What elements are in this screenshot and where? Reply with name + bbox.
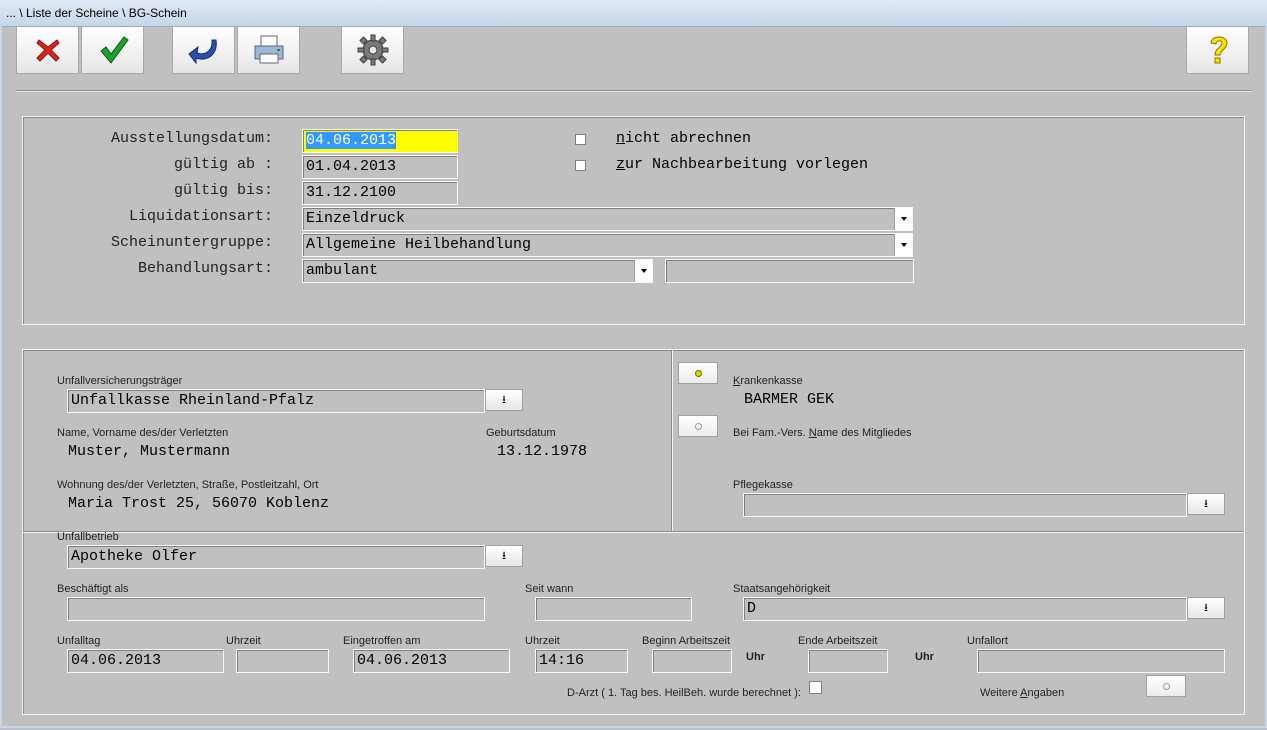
download-arrow-icon: ⭳ [1204,497,1208,510]
geburtsdatum-value: 13.12.1978 [497,443,588,460]
uhrzeit1-field[interactable] [236,649,329,673]
settings-button[interactable] [341,26,404,74]
darzt-checkbox[interactable] [809,681,822,694]
nicht-abrechnen-label: nicht abrechnen [616,130,752,147]
krankenkasse-value: BARMER GEK [744,391,835,408]
radio-empty-icon [694,422,702,430]
behandlungsart-extra-field[interactable] [665,259,914,283]
famvers-label: Bei Fam.-Vers. Name des Mitgliedes [733,427,912,439]
green-check-icon [99,36,129,64]
ausstellungsdatum-field[interactable]: 04.06.2013 [302,129,458,153]
name-value: Muster, Mustermann [68,443,231,460]
red-x-icon [35,39,60,62]
beginn-label: Beginn Arbeitszeit [642,635,731,647]
download-arrow-icon: ⭳ [1204,601,1208,614]
radio-empty-icon [1162,682,1170,690]
help-button[interactable] [1186,26,1249,74]
uhrzeit1-label: Uhrzeit [226,635,261,647]
behandlungsart-label: Behandlungsart: [137,260,273,277]
download-arrow-icon: ⭳ [502,393,506,406]
weitere-angaben-button[interactable] [1146,675,1186,697]
wohnung-label: Wohnung des/der Verletzten, Straße, Post… [57,479,319,491]
gueltig-bis-label: gültig bis: [173,182,273,199]
weitere-angaben-label: Weitere Angaben [980,687,1065,699]
title-bar: ... \ Liste der Scheine \ BG-Schein [0,0,1267,27]
gear-icon [357,34,388,66]
ende-label: Ende Arbeitszeit [798,635,878,647]
darzt-label: D-Arzt ( 1. Tag bes. HeilBeh. wurde bere… [567,687,801,699]
scheinuntergruppe-select[interactable]: Allgemeine Heilbehandlung [302,233,913,257]
printer-icon [254,35,283,64]
ausstellungsdatum-label: Ausstellungsdatum: [110,130,273,147]
gueltig-ab-field[interactable]: 01.04.2013 [302,155,458,179]
unfallbetrieb-field[interactable]: Apotheke Olfer [67,545,485,569]
behandlungsart-dropdown-button[interactable] [634,260,652,282]
chevron-down-icon [900,217,907,221]
krankenkasse-radio[interactable] [678,362,718,384]
krankenkasse-label: Krankenkasse [733,375,803,387]
uhr2-label: Uhr [915,651,934,663]
seit-wann-label: Seit wann [525,583,574,595]
beginn-field[interactable] [652,649,732,673]
ende-field[interactable] [808,649,888,673]
download-arrow-icon: ⭳ [502,549,506,562]
liquidationsart-dropdown-button[interactable] [894,208,912,230]
unfallort-label: Unfallort [967,635,1008,647]
gueltig-bis-field[interactable]: 31.12.2100 [302,181,458,205]
unfalltag-label: Unfalltag [57,635,101,647]
behandlungsart-value: ambulant [306,262,379,279]
staatsangehoerigkeit-lookup-button[interactable]: ⭳ [1187,597,1225,619]
beschaeftigt-field[interactable] [67,597,485,621]
eingetroffen-label: Eingetroffen am [343,635,421,647]
help-question-icon [1209,36,1228,64]
seit-wann-field[interactable] [535,597,692,621]
geburtsdatum-label: Geburtsdatum [486,427,556,439]
famvers-radio[interactable] [678,415,718,437]
wohnung-value: Maria Trost 25, 56070 Koblenz [68,495,330,512]
ausstellungsdatum-value: 04.06.2013 [306,132,397,149]
unfallbetrieb-lookup-button[interactable]: ⭳ [485,545,523,567]
scheinuntergruppe-dropdown-button[interactable] [894,234,912,256]
chevron-down-icon [640,269,647,273]
scheinuntergruppe-label: Scheinuntergruppe: [110,234,273,251]
behandlungsart-select[interactable]: ambulant [302,259,653,283]
uhrzeit2-label: Uhrzeit [525,635,560,647]
unfallbetrieb-label: Unfallbetrieb [57,531,119,543]
liquidationsart-label: Liquidationsart: [128,208,273,225]
nicht-abrechnen-checkbox[interactable] [575,134,586,145]
chevron-down-icon [900,243,907,247]
cancel-button[interactable] [16,26,79,74]
back-arrow-icon [187,39,217,65]
eingetroffen-field[interactable]: 04.06.2013 [353,649,510,673]
unfallversicherungstraeger-label: Unfallversicherungsträger [57,375,183,387]
unfallort-field[interactable] [977,649,1225,673]
radio-dot-icon [694,369,702,377]
staatsangehoerigkeit-label: Staatsangehörigkeit [733,583,831,595]
uhrzeit2-field[interactable]: 14:16 [535,649,628,673]
uhr1-label: Uhr [746,651,765,663]
toolbar-separator [16,90,1251,92]
nachbearbeitung-label: zur Nachbearbeitung vorlegen [616,156,869,173]
unfalltag-field[interactable]: 04.06.2013 [67,649,224,673]
print-button[interactable] [237,26,300,74]
name-label: Name, Vorname des/der Verletzten [57,427,229,439]
unfallversicherungstraeger-field[interactable]: Unfallkasse Rheinland-Pfalz [67,389,485,413]
beschaeftigt-label: Beschäftigt als [57,583,129,595]
nachbearbeitung-checkbox[interactable] [575,160,586,171]
liquidationsart-value: Einzeldruck [306,210,406,227]
liquidationsart-select[interactable]: Einzeldruck [302,207,913,231]
vertical-divider [671,350,673,531]
pflegekasse-field[interactable] [743,493,1187,517]
unfallversicherungstraeger-lookup-button[interactable]: ⭳ [485,389,523,411]
confirm-button[interactable] [81,26,144,74]
pflegekasse-label: Pflegekasse [733,479,793,491]
window-title: ... \ Liste der Scheine \ BG-Schein [6,6,187,20]
staatsangehoerigkeit-field[interactable]: D [743,597,1187,621]
back-button[interactable] [172,26,235,74]
horizontal-divider [23,531,1244,533]
scheinuntergruppe-value: Allgemeine Heilbehandlung [306,236,532,253]
gueltig-ab-label: gültig ab : [173,156,273,173]
pflegekasse-lookup-button[interactable]: ⭳ [1187,493,1225,515]
